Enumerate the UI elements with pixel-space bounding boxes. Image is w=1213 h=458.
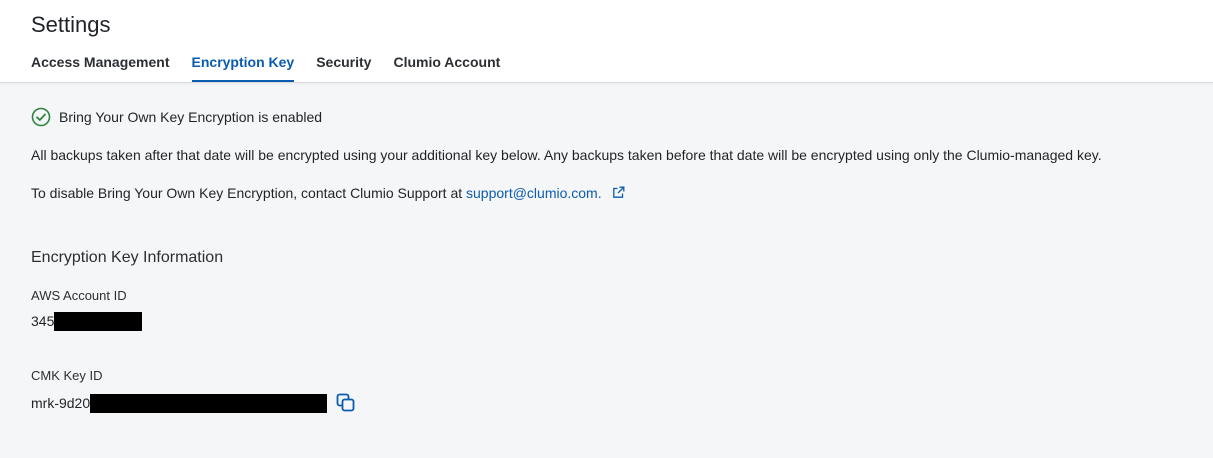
cmk-key-id-value: mrk-9d20	[31, 392, 357, 414]
tab-clumio-account[interactable]: Clumio Account	[393, 52, 500, 82]
backups-description: All backups taken after that date will b…	[31, 147, 1102, 163]
copy-icon[interactable]	[335, 392, 357, 414]
check-circle-icon	[31, 107, 51, 127]
encryption-key-info-title: Encryption Key Information	[31, 249, 224, 266]
redacted-block	[90, 393, 328, 413]
tab-bar: Access Management Encryption Key Securit…	[31, 52, 522, 82]
support-email-link[interactable]: support@clumio.com.	[466, 185, 602, 201]
page-title: Settings	[31, 12, 111, 37]
byok-status: Bring Your Own Key Encryption is enabled	[31, 107, 322, 127]
tab-access-management[interactable]: Access Management	[31, 52, 170, 82]
tab-security[interactable]: Security	[316, 52, 371, 82]
disable-text: To disable Bring Your Own Key Encryption…	[31, 185, 467, 201]
aws-account-id-label: AWS Account ID	[31, 288, 127, 303]
disable-instructions: To disable Bring Your Own Key Encryption…	[31, 183, 625, 203]
settings-header: Settings Access Management Encryption Ke…	[0, 0, 1213, 83]
cmk-key-id-label: CMK Key ID	[31, 368, 103, 383]
cmk-key-id-text: mrk-9d20	[31, 395, 91, 411]
status-text: Bring Your Own Key Encryption is enabled	[59, 109, 323, 125]
external-link-icon[interactable]	[612, 184, 625, 198]
aws-account-id-value: 345	[31, 311, 143, 331]
tab-encryption-key[interactable]: Encryption Key	[191, 52, 295, 82]
aws-account-id-text: 345	[31, 313, 55, 329]
redacted-block	[54, 311, 143, 331]
